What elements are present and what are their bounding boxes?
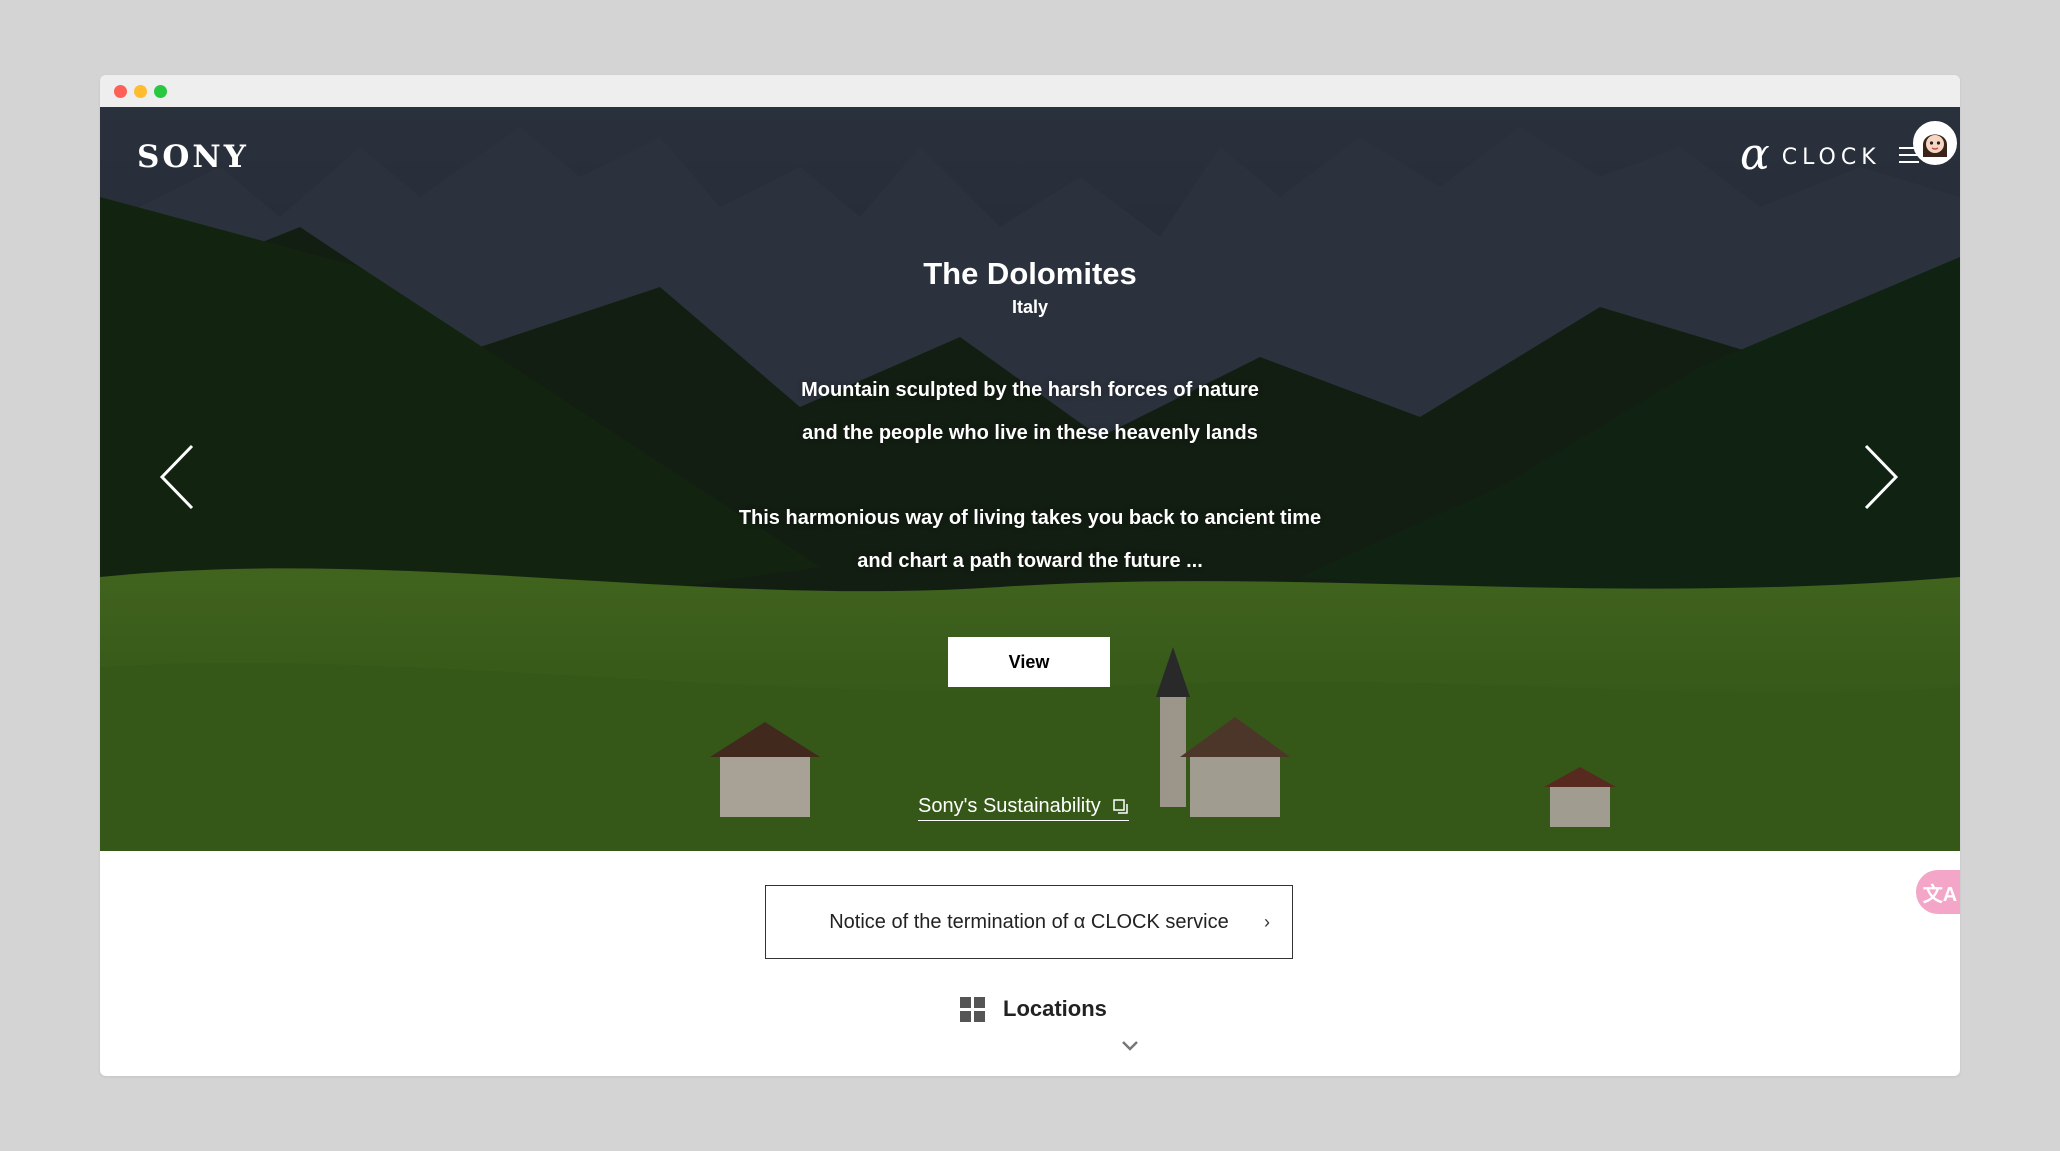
hero-text-line-4: and chart a path toward the future ... [857, 550, 1203, 572]
notice-text: Notice of the termination of α CLOCK ser… [829, 910, 1229, 933]
grid-icon [960, 996, 985, 1022]
locations-label: Locations [1003, 996, 1107, 1021]
chevron-down-icon[interactable] [1120, 1039, 1140, 1053]
maximize-window-button[interactable] [154, 85, 167, 98]
external-link-icon [1113, 798, 1128, 814]
chevron-right-icon[interactable] [1860, 442, 1900, 512]
hero-text-line-3: This harmonious way of living takes you … [738, 507, 1322, 529]
alpha-symbol: α [1740, 129, 1770, 180]
hero-text-line-2: and the people who live in these heavenl… [802, 422, 1258, 444]
translate-label: 文A [1922, 883, 1958, 906]
browser-window: SONY α CLOCK The Dolomites Italy Mountai… [100, 75, 1960, 1076]
locations-toggle[interactable]: Locations [960, 996, 1107, 1022]
user-avatar-icon[interactable] [1913, 121, 1957, 165]
destination-country: Italy [1011, 297, 1049, 317]
sustainability-link-label: Sony's Sustainability [918, 795, 1101, 817]
hero-banner: SONY α CLOCK The Dolomites Italy Mountai… [100, 107, 1960, 851]
minimize-window-button[interactable] [134, 85, 147, 98]
window-titlebar [100, 75, 1960, 107]
destination-title: The Dolomites [923, 256, 1137, 291]
brand-name: CLOCK [1781, 144, 1881, 170]
alpha-clock-logo[interactable]: α CLOCK [1740, 133, 1881, 177]
translate-icon[interactable]: 文A [1916, 870, 1960, 914]
chevron-right-icon: › [1264, 912, 1270, 932]
view-button[interactable]: View [948, 637, 1110, 687]
sony-logo[interactable]: SONY [137, 139, 249, 175]
hero-dim-overlay [100, 107, 1960, 851]
close-window-button[interactable] [114, 85, 127, 98]
sustainability-link[interactable]: Sony's Sustainability [918, 795, 1129, 821]
hero-text-line-1: Mountain sculpted by the harsh forces of… [801, 379, 1259, 401]
chevron-left-icon[interactable] [158, 442, 198, 512]
service-termination-notice[interactable]: Notice of the termination of α CLOCK ser… [765, 885, 1293, 959]
